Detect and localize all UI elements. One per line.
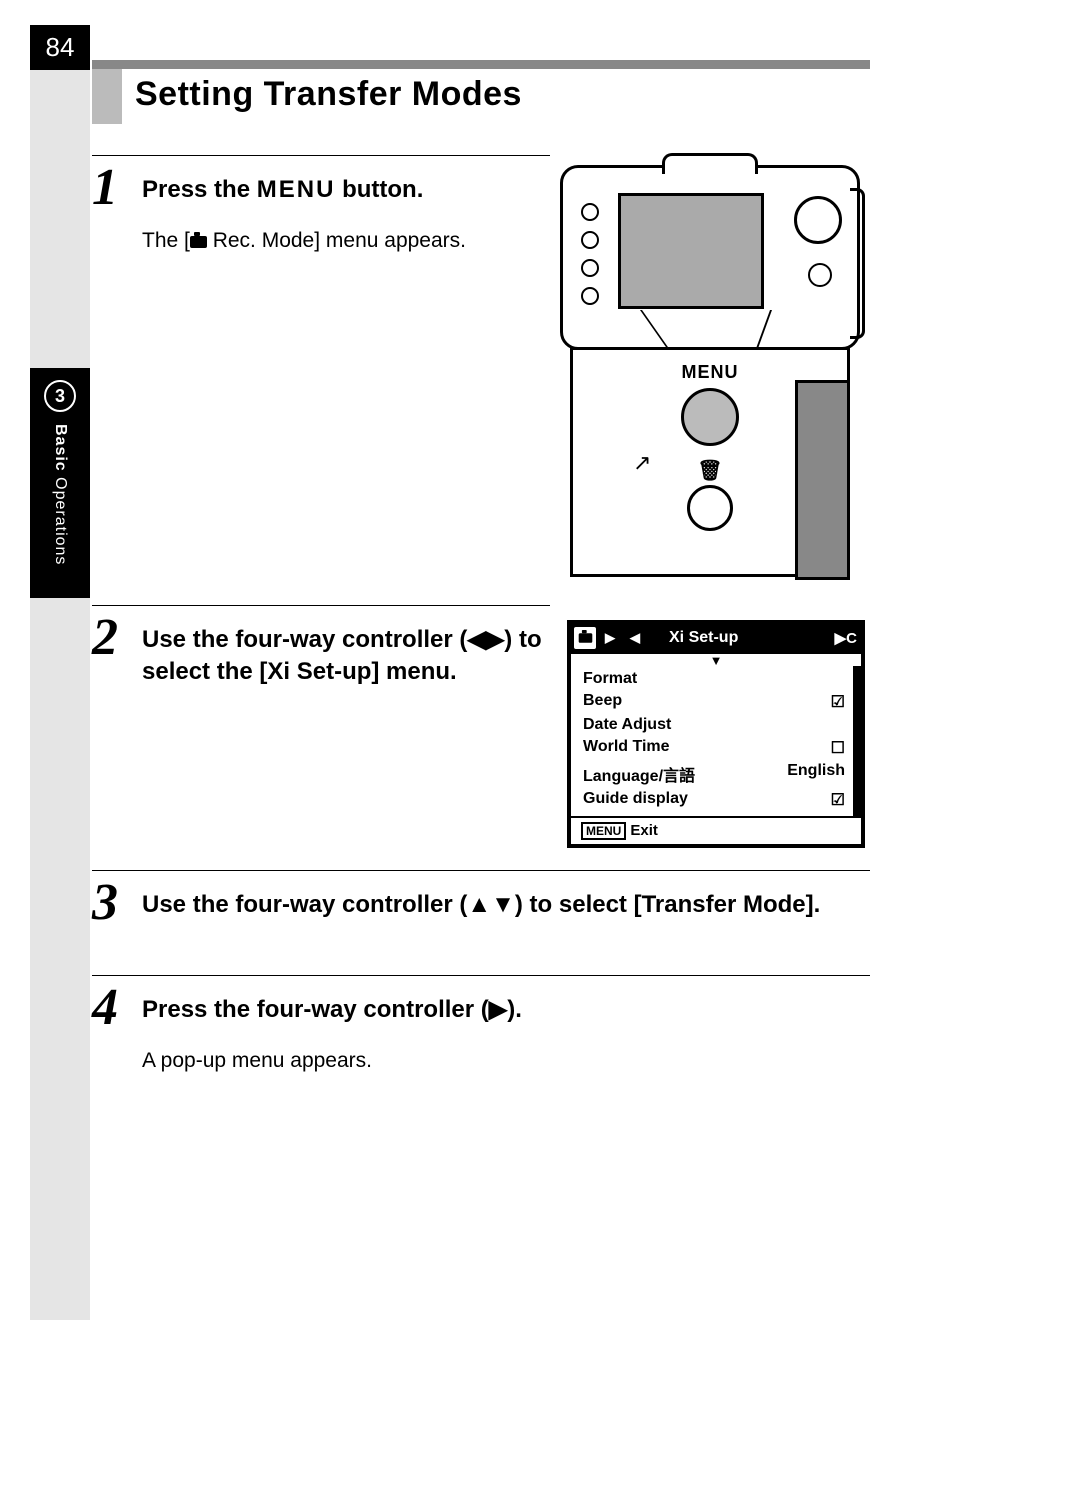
- lcd-menu-row: Date Adjust: [583, 714, 845, 736]
- page-title: Setting Transfer Modes: [135, 75, 522, 114]
- lcd-menu-row: Format: [583, 668, 845, 690]
- lcd-row-label: Format: [583, 670, 637, 688]
- step-2-number: 2: [92, 612, 142, 664]
- lcd-tab-bar: ▶ ◀ Xi Set-up ▶C: [571, 624, 861, 654]
- lcd-menu-row: Guide display ☑: [583, 788, 845, 812]
- step-3-number: 3: [92, 877, 142, 929]
- page-number: 84: [30, 25, 90, 70]
- step-1-body-pre: The [: [142, 229, 190, 252]
- step-4: 4 Press the four-way controller (▶). A p…: [92, 975, 870, 1075]
- heading-accent-bar: [92, 60, 870, 69]
- lcd-menu-title: Xi Set-up: [669, 629, 738, 647]
- trash-icon: 🗑: [697, 458, 722, 483]
- lcd-row-label: Language/言語: [583, 762, 695, 786]
- lcd-row-label: Guide display: [583, 790, 688, 810]
- lcd-row-value: ☑: [831, 790, 845, 810]
- step-1-heading-post: button.: [335, 176, 423, 203]
- camera-grip: [850, 188, 865, 339]
- left-margin-stripe: [30, 70, 90, 1320]
- camera-left-controls: [581, 203, 599, 305]
- camera-grip-block: [795, 380, 850, 580]
- lcd-row-value: ☑: [831, 692, 845, 712]
- camera-back-view: [560, 165, 860, 350]
- step-1-heading-pre: Press the: [142, 176, 257, 203]
- heading-block: [92, 69, 122, 124]
- step-1-body-post: Rec. Mode] menu appears.: [207, 229, 466, 252]
- lcd-tab-right: ▶C: [835, 629, 857, 647]
- lcd-tab-arrow-left: ◀: [624, 627, 646, 649]
- step-1-number: 1: [92, 162, 142, 214]
- camera-ok-button: [808, 263, 832, 287]
- camera-menu-button: [681, 388, 739, 446]
- chapter-label: Basic Operations: [51, 424, 69, 565]
- camera-menu-label: MENU: [682, 362, 739, 383]
- camera-illustration: MENU ↗ 🗑: [560, 165, 860, 585]
- camera-icon: [190, 236, 207, 248]
- lcd-row-value: ☐: [831, 738, 845, 758]
- camera-detail-view: MENU ↗ 🗑: [570, 347, 850, 577]
- camera-viewfinder: [662, 153, 758, 174]
- camera-lcd-screen: [618, 193, 764, 309]
- chapter-label-rest: Operations: [52, 472, 69, 566]
- camera-four-way-dial: [794, 196, 842, 244]
- chapter-tab: 3 Basic Operations: [30, 368, 90, 598]
- lcd-footer-menu-box: MENU: [581, 822, 626, 840]
- lcd-menu-row: Language/言語 English: [583, 760, 845, 788]
- lcd-down-arrow-icon: ▼: [571, 654, 861, 666]
- lcd-menu-illustration: ▶ ◀ Xi Set-up ▶C ▼ Format Beep ☑ Date Adj…: [567, 620, 865, 848]
- lcd-row-label: Beep: [583, 692, 622, 712]
- menu-button-word: MENU: [257, 176, 336, 203]
- lcd-footer-exit: Exit: [630, 822, 658, 839]
- pointer-arrow-icon: ↗: [633, 450, 651, 476]
- chapter-number: 3: [44, 380, 76, 412]
- lcd-tab-rec-icon: [574, 627, 596, 649]
- chapter-label-strong: Basic: [52, 424, 69, 472]
- lcd-menu-row: World Time ☐: [583, 736, 845, 760]
- lcd-row-value: English: [787, 762, 845, 786]
- step-4-number: 4: [92, 982, 142, 1034]
- lcd-menu-rows: Format Beep ☑ Date Adjust World Time ☐ Lan…: [571, 666, 861, 816]
- lcd-row-label: Date Adjust: [583, 716, 671, 734]
- step-3: 3 Use the four-way controller (▲▼) to se…: [92, 870, 870, 929]
- step-4-body: A pop-up menu appears.: [142, 1046, 870, 1075]
- lcd-tab-play-icon: ▶: [599, 627, 621, 649]
- step-2-heading: Use the four-way controller (◀▶) to sele…: [142, 624, 542, 689]
- step-3-heading: Use the four-way controller (▲▼) to sele…: [142, 889, 820, 921]
- camera-delete-button: [687, 485, 733, 531]
- lcd-footer: MENUExit: [571, 816, 861, 844]
- lcd-row-label: World Time: [583, 738, 670, 758]
- step-4-heading: Press the four-way controller (▶).: [142, 994, 522, 1026]
- lcd-menu-row: Beep ☑: [583, 690, 845, 714]
